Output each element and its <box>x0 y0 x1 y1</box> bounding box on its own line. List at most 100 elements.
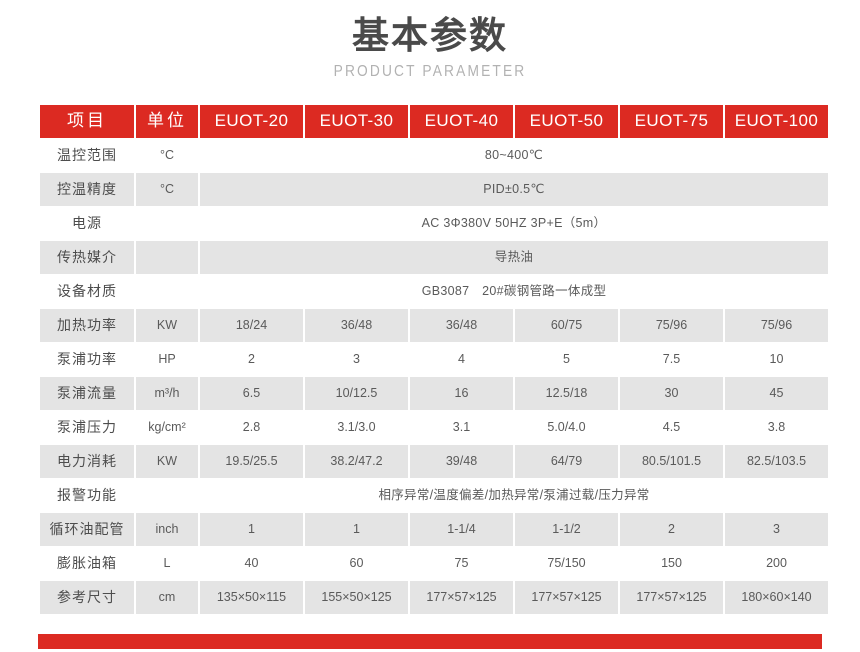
row-value-cell: 40 <box>200 547 303 580</box>
row-label-cell: 泵浦功率 <box>40 343 134 376</box>
row-value-cell: 60/75 <box>515 309 618 342</box>
row-value-cell: 177×57×125 <box>410 581 513 614</box>
row-value-cell: 45 <box>725 377 828 410</box>
row-unit-cell: cm <box>136 581 198 614</box>
table-row: 控温精度 °C PID±0.5℃ <box>40 173 828 206</box>
row-unit-cell: inch <box>136 513 198 546</box>
column-header-euot-100: EUOT-100 <box>725 105 828 138</box>
column-header-euot-50: EUOT-50 <box>515 105 618 138</box>
page-subtitle: PRODUCT PARAMETER <box>333 63 527 80</box>
row-value-cell: 4.5 <box>620 411 723 444</box>
row-value-cell: 16 <box>410 377 513 410</box>
row-value-cell: 3.1/3.0 <box>305 411 408 444</box>
table-row: 泵浦功率 HP 2 3 4 5 7.5 10 <box>40 343 828 376</box>
row-value-cell: 80.5/101.5 <box>620 445 723 478</box>
row-label-cell: 参考尺寸 <box>40 581 134 614</box>
column-header-unit: 单位 <box>136 105 198 138</box>
table-row: 加热功率 KW 18/24 36/48 36/48 60/75 75/96 75/96 <box>40 309 828 342</box>
row-value-cell: 39/48 <box>410 445 513 478</box>
column-header-euot-30: EUOT-30 <box>305 105 408 138</box>
row-value-cell: 6.5 <box>200 377 303 410</box>
row-label-cell: 泵浦压力 <box>40 411 134 444</box>
row-label-cell: 传热媒介 <box>40 241 134 274</box>
row-merged-value-cell: GB3087 20#碳钢管路一体成型 <box>200 275 828 308</box>
row-value-cell: 75/96 <box>620 309 723 342</box>
row-value-cell: 2 <box>200 343 303 376</box>
row-label-cell: 电源 <box>40 207 134 240</box>
row-label-cell: 报警功能 <box>40 479 134 512</box>
row-value-cell: 3 <box>725 513 828 546</box>
row-value-cell: 1 <box>305 513 408 546</box>
row-value-cell: 10 <box>725 343 828 376</box>
table-row: 报警功能 相序异常/温度偏差/加热异常/泵浦过载/压力异常 <box>40 479 828 512</box>
row-value-cell: 3 <box>305 343 408 376</box>
row-value-cell: 75 <box>410 547 513 580</box>
row-label-cell: 循环油配管 <box>40 513 134 546</box>
row-value-cell: 5 <box>515 343 618 376</box>
parameter-table: 项目 单位 EUOT-20 EUOT-30 EUOT-40 EUOT-50 EU… <box>38 104 830 615</box>
row-value-cell: 75/150 <box>515 547 618 580</box>
row-value-cell: 135×50×115 <box>200 581 303 614</box>
row-unit-cell: m³/h <box>136 377 198 410</box>
row-unit-cell <box>136 207 198 240</box>
table-header: 项目 单位 EUOT-20 EUOT-30 EUOT-40 EUOT-50 EU… <box>40 105 828 138</box>
page-header: 基本参数 PRODUCT PARAMETER <box>0 0 860 83</box>
row-value-cell: 19.5/25.5 <box>200 445 303 478</box>
table-row: 电源 AC 3Φ380V 50HZ 3P+E（5m） <box>40 207 828 240</box>
row-value-cell: 155×50×125 <box>305 581 408 614</box>
row-unit-cell: °C <box>136 139 198 172</box>
row-unit-cell: °C <box>136 173 198 206</box>
column-header-item: 项目 <box>40 105 134 138</box>
row-merged-value-cell: 导热油 <box>200 241 828 274</box>
table-row: 泵浦压力 kg/cm² 2.8 3.1/3.0 3.1 5.0/4.0 4.5 3.8 <box>40 411 828 444</box>
table-row: 温控范围 °C 80~400℃ <box>40 139 828 172</box>
row-value-cell: 2 <box>620 513 723 546</box>
row-value-cell: 4 <box>410 343 513 376</box>
table-row: 设备材质 GB3087 20#碳钢管路一体成型 <box>40 275 828 308</box>
parameter-table-container: 项目 单位 EUOT-20 EUOT-30 EUOT-40 EUOT-50 EU… <box>38 104 828 615</box>
row-label-cell: 温控范围 <box>40 139 134 172</box>
table-row: 传热媒介 导热油 <box>40 241 828 274</box>
row-unit-cell: HP <box>136 343 198 376</box>
row-value-cell: 10/12.5 <box>305 377 408 410</box>
row-value-cell: 7.5 <box>620 343 723 376</box>
row-value-cell: 64/79 <box>515 445 618 478</box>
row-value-cell: 30 <box>620 377 723 410</box>
table-row: 循环油配管 inch 1 1 1-1/4 1-1/2 2 3 <box>40 513 828 546</box>
row-value-cell: 3.1 <box>410 411 513 444</box>
row-value-cell: 36/48 <box>305 309 408 342</box>
row-unit-cell: KW <box>136 445 198 478</box>
row-value-cell: 36/48 <box>410 309 513 342</box>
row-unit-cell <box>136 479 198 512</box>
column-header-euot-40: EUOT-40 <box>410 105 513 138</box>
row-merged-value-cell: 80~400℃ <box>200 139 828 172</box>
row-value-cell: 1-1/4 <box>410 513 513 546</box>
row-value-cell: 177×57×125 <box>515 581 618 614</box>
row-unit-cell: KW <box>136 309 198 342</box>
row-value-cell: 60 <box>305 547 408 580</box>
page-title: 基本参数 <box>352 15 508 56</box>
table-row: 电力消耗 KW 19.5/25.5 38.2/47.2 39/48 64/79 80.5/1… <box>40 445 828 478</box>
row-label-cell: 加热功率 <box>40 309 134 342</box>
row-label-cell: 电力消耗 <box>40 445 134 478</box>
row-value-cell: 2.8 <box>200 411 303 444</box>
row-merged-value-cell: PID±0.5℃ <box>200 173 828 206</box>
row-label-cell: 泵浦流量 <box>40 377 134 410</box>
row-value-cell: 180×60×140 <box>725 581 828 614</box>
row-unit-cell: L <box>136 547 198 580</box>
row-value-cell: 177×57×125 <box>620 581 723 614</box>
row-value-cell: 5.0/4.0 <box>515 411 618 444</box>
row-label-cell: 设备材质 <box>40 275 134 308</box>
row-unit-cell <box>136 275 198 308</box>
row-value-cell: 1 <box>200 513 303 546</box>
row-unit-cell <box>136 241 198 274</box>
table-body: 温控范围 °C 80~400℃ 控温精度 °C PID±0.5℃ 电源 AC 3Φ380V 5… <box>40 139 828 614</box>
row-merged-value-cell: AC 3Φ380V 50HZ 3P+E（5m） <box>200 207 828 240</box>
row-label-cell: 控温精度 <box>40 173 134 206</box>
table-row: 膨胀油箱 L 40 60 75 75/150 150 200 <box>40 547 828 580</box>
row-value-cell: 75/96 <box>725 309 828 342</box>
row-value-cell: 82.5/103.5 <box>725 445 828 478</box>
column-header-euot-20: EUOT-20 <box>200 105 303 138</box>
row-value-cell: 200 <box>725 547 828 580</box>
column-header-euot-75: EUOT-75 <box>620 105 723 138</box>
